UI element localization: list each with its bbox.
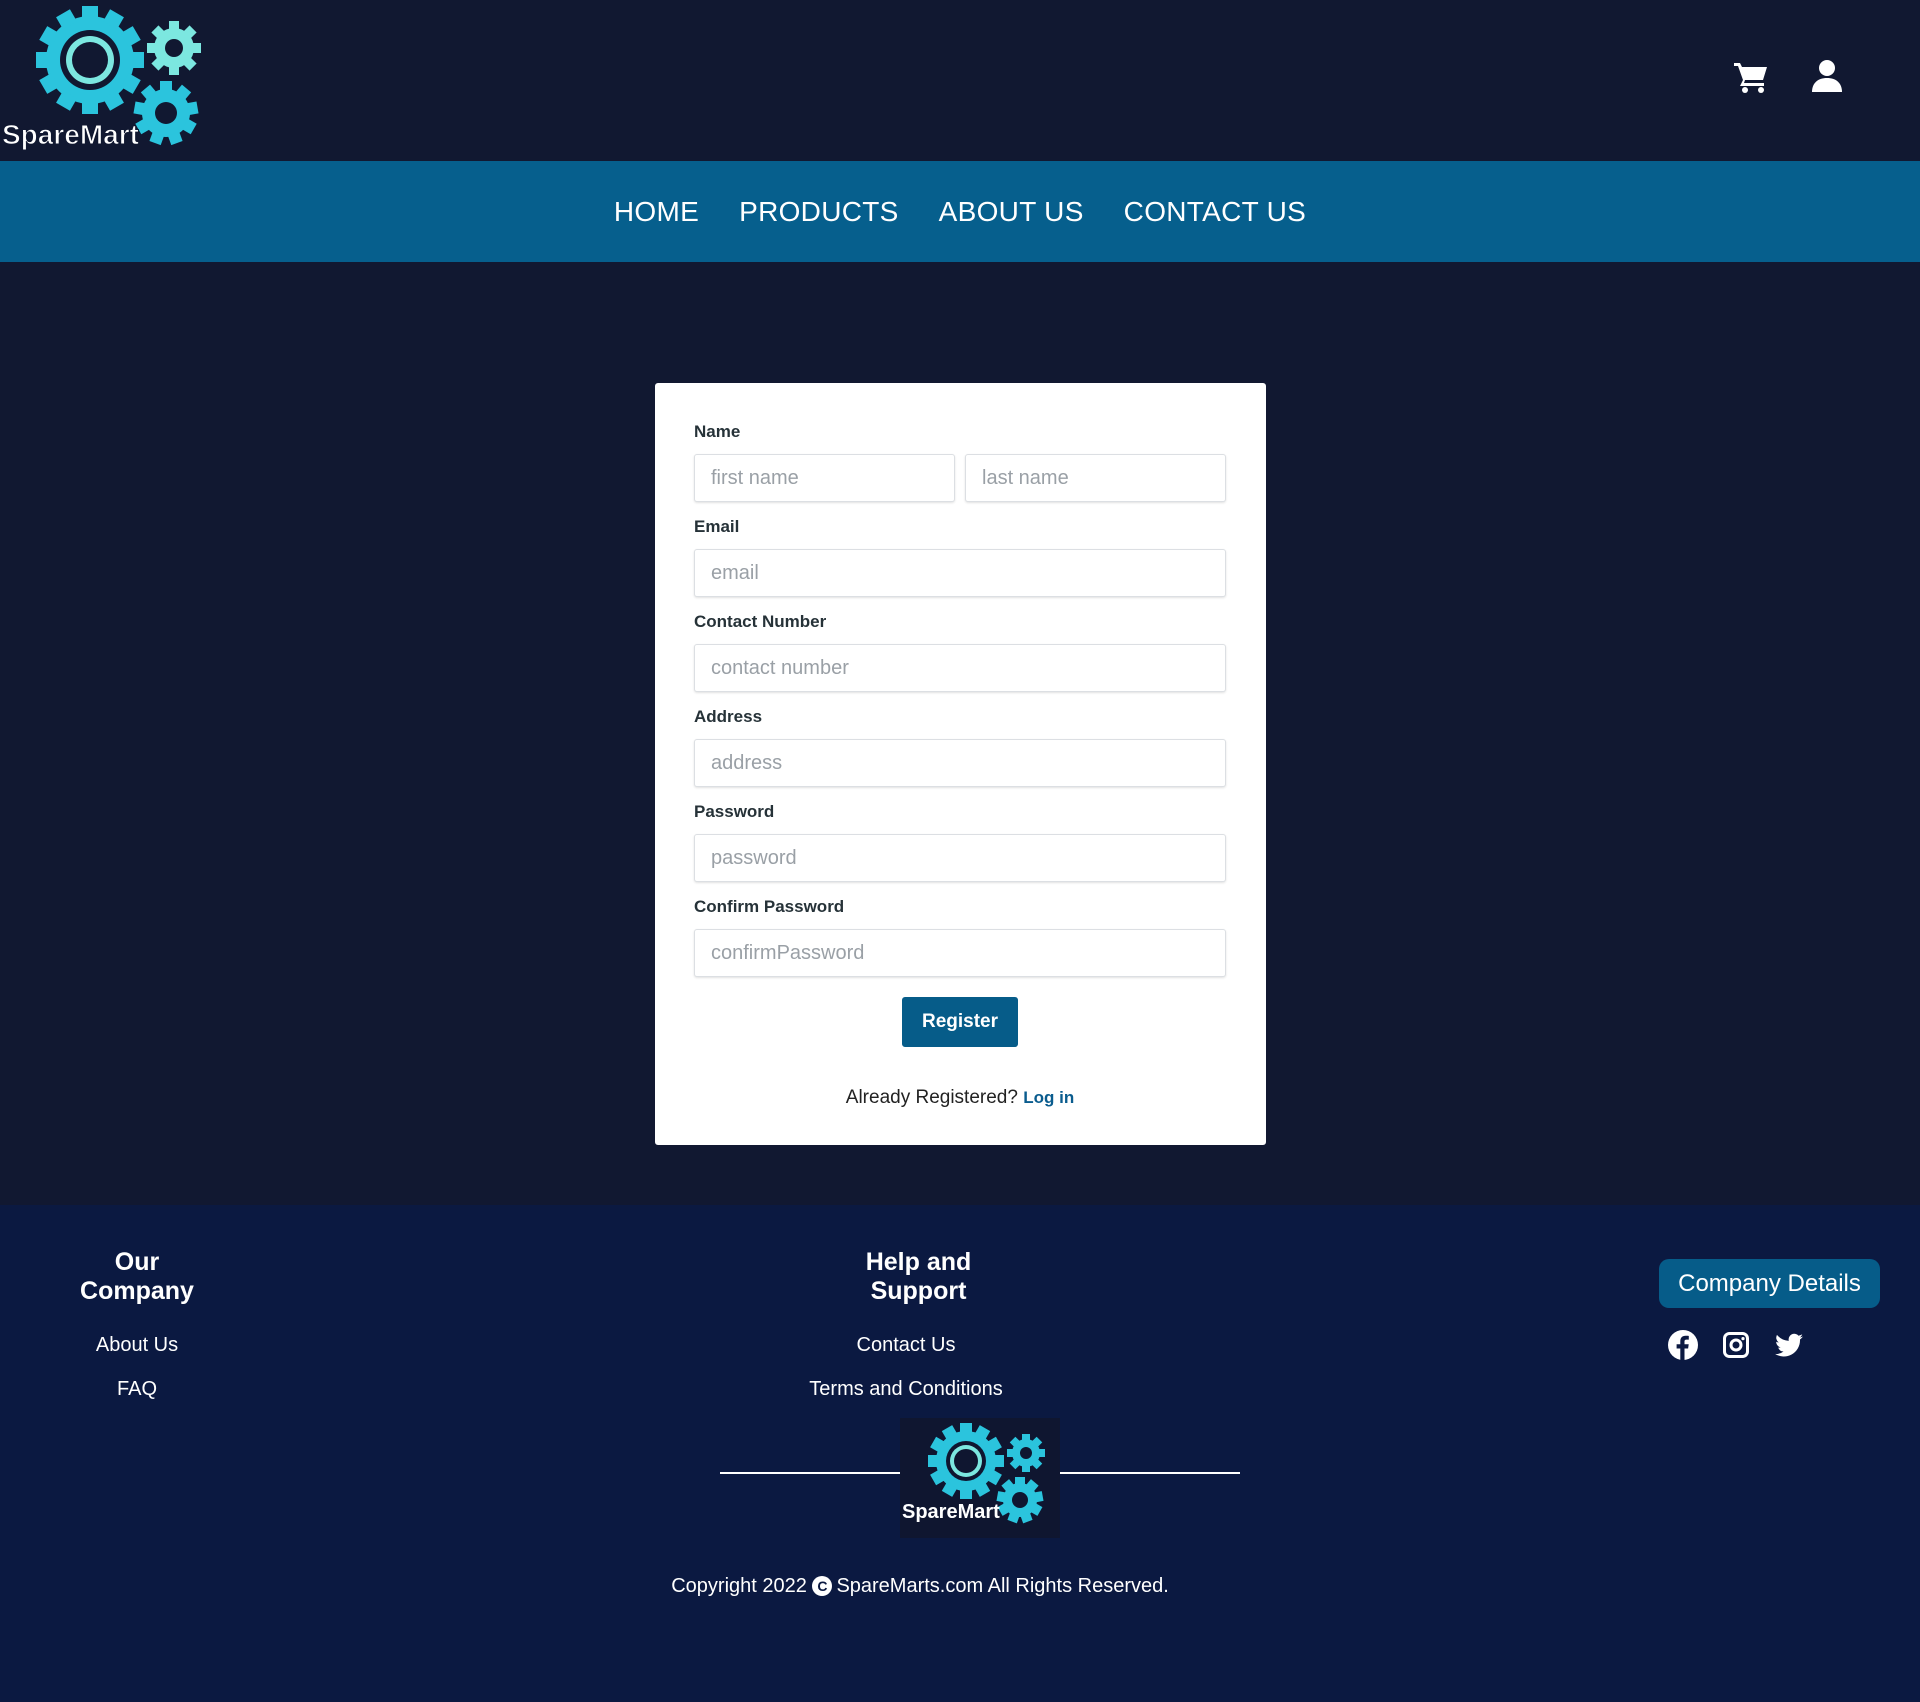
address-input[interactable]	[694, 739, 1226, 787]
footer-our-company: Our Company About Us FAQ	[60, 1248, 214, 1401]
last-name-input[interactable]	[965, 454, 1226, 502]
password-label: Password	[694, 802, 775, 821]
site-header: SpareMart	[0, 0, 1920, 161]
copyright-icon: C	[812, 1576, 833, 1596]
confirm-password-input[interactable]	[694, 929, 1226, 977]
gears-logo-graphic: SpareMart	[2, 6, 201, 151]
nav-contact-us[interactable]: CONTACT US	[1124, 196, 1306, 228]
social-links	[1668, 1330, 1804, 1360]
copyright-text: Copyright 2022 C SpareMarts.com All Right…	[0, 1575, 1840, 1598]
footer-faq-link[interactable]: FAQ	[60, 1378, 214, 1401]
first-name-input[interactable]	[694, 454, 955, 502]
footer-divider-right	[1060, 1472, 1240, 1474]
footer-logo-wordmark: SpareMart	[902, 1501, 1000, 1523]
logo-wordmark: SpareMart	[2, 119, 139, 150]
register-form: Name Email Contact Number Address Passwo…	[694, 421, 1226, 1109]
instagram-icon[interactable]	[1721, 1330, 1751, 1360]
address-label: Address	[694, 707, 763, 726]
company-details-button[interactable]: Company Details	[1659, 1259, 1880, 1308]
contact-number-input[interactable]	[694, 644, 1226, 692]
copyright-year: Copyright 2022	[671, 1575, 807, 1597]
name-label: Name	[694, 422, 741, 441]
footer-help-support: Help and Support Contact Us Terms and Co…	[809, 1248, 1017, 1401]
already-registered-text: Already Registered? Log in	[694, 1087, 1226, 1109]
footer-our-company-title: Our Company	[80, 1248, 194, 1305]
footer-terms-link[interactable]: Terms and Conditions	[795, 1378, 1017, 1401]
email-label: Email	[694, 517, 740, 536]
user-icon[interactable]	[1809, 58, 1845, 94]
cart-icon[interactable]	[1733, 58, 1769, 94]
footer-contact-us-link[interactable]: Contact Us	[795, 1334, 1017, 1357]
nav-about-us[interactable]: ABOUT US	[939, 196, 1084, 228]
already-registered-label: Already Registered?	[845, 1087, 1018, 1108]
footer-help-support-title: Help and Support	[865, 1248, 972, 1305]
twitter-icon[interactable]	[1774, 1330, 1804, 1360]
nav-home[interactable]: HOME	[614, 196, 699, 228]
email-input[interactable]	[694, 549, 1226, 597]
contact-number-label: Contact Number	[694, 612, 827, 631]
footer-divider-left	[720, 1472, 900, 1474]
register-button[interactable]: Register	[902, 997, 1018, 1047]
copyright-owner: SpareMarts.com All Rights Reserved.	[836, 1575, 1169, 1597]
login-link[interactable]: Log in	[1023, 1088, 1074, 1107]
sparemart-logo[interactable]: SpareMart	[0, 6, 205, 151]
register-card: Name Email Contact Number Address Passwo…	[655, 383, 1266, 1145]
facebook-icon[interactable]	[1668, 1330, 1698, 1360]
main-nav: HOME PRODUCTS ABOUT US CONTACT US	[0, 161, 1920, 262]
confirm-password-label: Confirm Password	[694, 897, 845, 916]
footer-about-us-link[interactable]: About Us	[60, 1334, 214, 1357]
footer-logo: SpareMart	[900, 1418, 1060, 1538]
nav-products[interactable]: PRODUCTS	[739, 196, 899, 228]
site-footer: Our Company About Us FAQ Help and Suppor…	[0, 1205, 1920, 1702]
password-input[interactable]	[694, 834, 1226, 882]
